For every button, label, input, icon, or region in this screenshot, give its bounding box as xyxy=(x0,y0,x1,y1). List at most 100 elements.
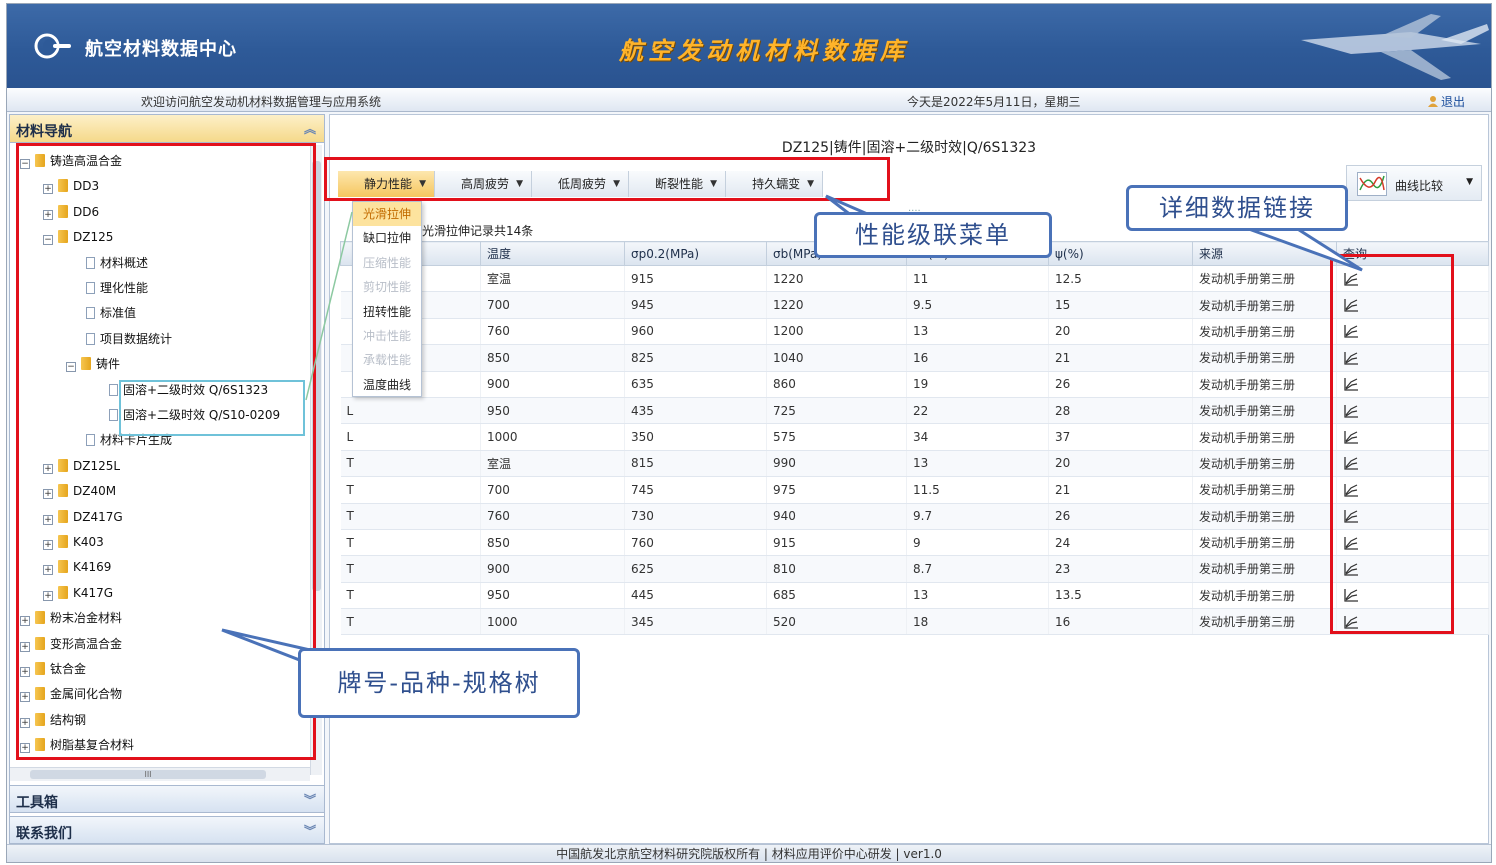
table-cell: 21 xyxy=(1048,344,1193,372)
table-cell: 915 xyxy=(766,529,907,557)
table-cell: T xyxy=(340,476,481,504)
table-cell: 发动机手册第三册 xyxy=(1192,503,1337,530)
table-cell: 1220 xyxy=(766,265,907,293)
menu-item: 压缩性能 xyxy=(363,255,412,270)
toolbox-header[interactable]: 工具箱 ︾ xyxy=(10,785,324,813)
contact-header[interactable]: 联系我们 ︾ xyxy=(10,816,324,844)
tree-horizontal-scrollbar[interactable]: III xyxy=(10,767,310,781)
menu-item[interactable]: 温度曲线 xyxy=(353,373,421,397)
table-row: T 室温 815 990 13 20 发动机手册第三册 xyxy=(340,450,1489,478)
table-cell: 1000 xyxy=(480,423,625,451)
footer: 中国航发北京航空材料研究院版权所有 | 材料应用评价中心研发 | ver1.0 xyxy=(7,844,1491,862)
tree-callout: 牌号-品种-规格树 xyxy=(298,648,580,718)
table-cell: 520 xyxy=(766,608,907,636)
table-cell: 19 xyxy=(906,371,1049,398)
table-cell: 810 xyxy=(766,555,907,583)
table-cell: 915 xyxy=(624,265,767,293)
table-cell: 350 xyxy=(624,423,767,451)
chevron-down-icon[interactable]: ︾ xyxy=(304,791,316,808)
table-cell: 发动机手册第三册 xyxy=(1192,371,1337,398)
curve-compare-button[interactable]: 曲线比较 ▼ xyxy=(1346,165,1482,201)
table-cell: T xyxy=(340,503,481,530)
table-cell: T xyxy=(340,582,481,610)
link-highlight-box xyxy=(1330,254,1454,634)
table-cell: 9 xyxy=(906,529,1049,557)
column-header: 来源 xyxy=(1192,241,1337,266)
menu-item[interactable]: 缺口拉伸 xyxy=(353,226,421,250)
table-cell: 945 xyxy=(624,291,767,319)
table-cell: 13.5 xyxy=(1048,582,1193,610)
record-count: 光滑拉伸记录共14条 xyxy=(422,224,534,238)
table-row: 760 960 1200 13 20 发动机手册第三册 xyxy=(340,318,1489,346)
table-cell: 8.7 xyxy=(906,555,1049,583)
table-row: T 850 760 915 9 24 发动机手册第三册 xyxy=(340,529,1489,557)
table-cell: T xyxy=(340,608,481,636)
table-cell: 发动机手册第三册 xyxy=(1192,265,1337,293)
table-cell: 34 xyxy=(906,423,1049,451)
material-nav-title: 材料导航 xyxy=(16,124,72,140)
table-cell: 23 xyxy=(1048,555,1193,583)
logout-label: 退出 xyxy=(1440,95,1465,109)
table-row: L 1000 350 575 34 37 发动机手册第三册 xyxy=(340,423,1489,451)
table-cell: 发动机手册第三册 xyxy=(1192,291,1337,319)
table-cell: 9.5 xyxy=(906,291,1049,319)
table-cell: 625 xyxy=(624,555,767,583)
table-row: 900 635 860 19 26 发动机手册第三册 xyxy=(340,371,1489,398)
table-cell: 575 xyxy=(766,423,907,451)
menu-callout: 性能级联菜单 xyxy=(814,212,1052,258)
table-cell: 发动机手册第三册 xyxy=(1192,582,1337,610)
table-cell: 850 xyxy=(480,529,625,557)
table-cell: 730 xyxy=(624,503,767,530)
table-cell: 16 xyxy=(906,344,1049,372)
date-text: 今天是2022年5月11日，星期三 xyxy=(907,95,1081,109)
column-header: ψ(%) xyxy=(1048,241,1193,266)
table-cell: 13 xyxy=(906,318,1049,346)
material-nav-header[interactable]: 材料导航 ︽ xyxy=(10,115,324,143)
table-cell: 685 xyxy=(766,582,907,610)
chevron-up-icon[interactable]: ︽ xyxy=(304,120,316,137)
table-cell: 900 xyxy=(480,371,625,398)
table-cell: 22 xyxy=(906,397,1049,425)
table-cell: 950 xyxy=(480,397,625,425)
curve-compare-label: 曲线比较 xyxy=(1395,179,1444,193)
table-cell: 室温 xyxy=(480,265,625,293)
table-cell: 24 xyxy=(1048,529,1193,557)
logo-icon xyxy=(34,33,71,59)
menu-item: 承载性能 xyxy=(363,353,412,368)
menu-item: 冲击性能 xyxy=(363,328,412,343)
column-header: 温度 xyxy=(480,241,625,266)
scroll-thumb[interactable]: III xyxy=(30,770,266,779)
user-icon xyxy=(1427,96,1438,107)
table-cell: 960 xyxy=(624,318,767,346)
table-cell: 435 xyxy=(624,397,767,425)
tree-highlight-box xyxy=(16,143,316,760)
table-cell: 850 xyxy=(480,344,625,372)
table-cell: 28 xyxy=(1048,397,1193,425)
table-cell: 20 xyxy=(1048,450,1193,478)
table-cell: 18 xyxy=(906,608,1049,636)
chevron-down-icon[interactable]: ︾ xyxy=(304,822,316,839)
info-bar: 欢迎访问航空发动机材料数据管理与应用系统 今天是2022年5月11日，星期三 退… xyxy=(7,88,1491,112)
table-cell: T xyxy=(340,529,481,557)
table-cell: 发动机手册第三册 xyxy=(1192,476,1337,504)
table-cell: 1220 xyxy=(766,291,907,319)
static-property-dropdown: 光滑拉伸 缺口拉伸压缩性能剪切性能扭转性能冲击性能承载性能温度曲线 xyxy=(352,201,422,397)
table-cell: 20 xyxy=(1048,318,1193,346)
table-row: T 900 625 810 8.7 23 发动机手册第三册 xyxy=(340,555,1489,583)
site-name: 航空材料数据中心 xyxy=(85,39,237,60)
table-cell: T xyxy=(340,555,481,583)
column-header: σp0.2(MPa) xyxy=(624,241,767,266)
table-row: 850 825 1040 16 21 发动机手册第三册 xyxy=(340,344,1489,372)
logout-link[interactable]: 退出 xyxy=(1427,93,1465,110)
menu-item[interactable]: 光滑拉伸 xyxy=(353,202,421,227)
toolbox-title: 工具箱 xyxy=(16,795,58,811)
table-cell: 11.5 xyxy=(906,476,1049,504)
spec-highlight-box xyxy=(119,380,305,436)
table-cell: 950 xyxy=(480,582,625,610)
table-row: T 700 745 975 11.5 21 发动机手册第三册 xyxy=(340,476,1489,504)
menu-item[interactable]: 扭转性能 xyxy=(353,300,421,324)
table-cell: 发动机手册第三册 xyxy=(1192,397,1337,425)
menu-item: 剪切性能 xyxy=(363,280,412,295)
table-cell: 26 xyxy=(1048,371,1193,398)
table-cell: 12.5 xyxy=(1048,265,1193,293)
